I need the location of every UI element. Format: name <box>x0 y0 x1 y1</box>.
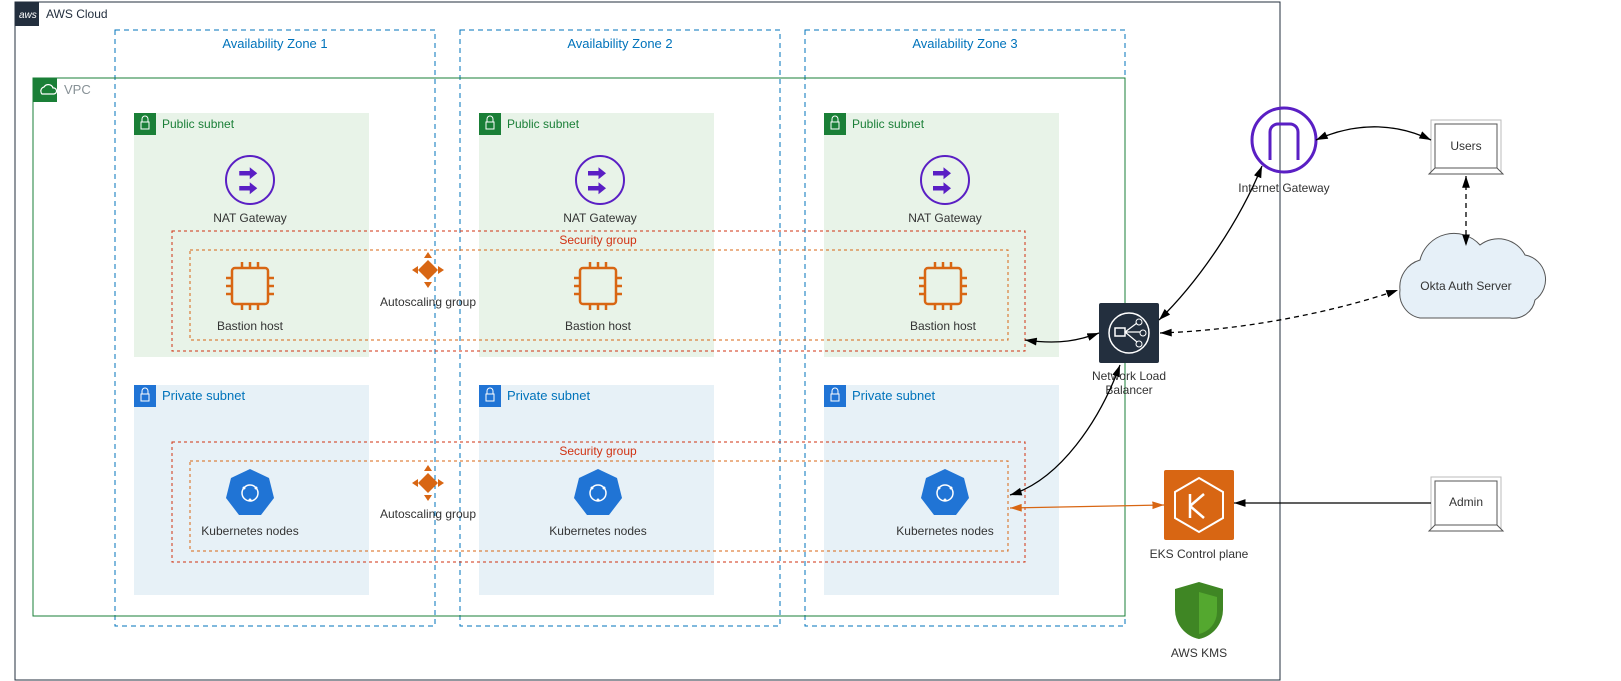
kubernetes-nodes-label: Kubernetes nodes <box>896 524 993 538</box>
security-group-label: Security group <box>559 233 637 247</box>
bastion-host-label: Bastion host <box>217 319 284 333</box>
vpc-badge <box>33 78 57 102</box>
kubernetes-nodes-label: Kubernetes nodes <box>201 524 298 538</box>
connector <box>1160 290 1398 333</box>
okta-label: Okta Auth Server <box>1420 279 1511 293</box>
private-subnet-label: Private subnet <box>162 388 245 403</box>
admin-label: Admin <box>1449 495 1483 509</box>
nat-gateway-label: NAT Gateway <box>563 211 637 225</box>
users-icon: Users <box>1429 120 1503 174</box>
okta-auth-server-icon: Okta Auth Server <box>1400 233 1546 318</box>
az-label: Availability Zone 1 <box>222 36 327 51</box>
network-load-balancer-icon: Network Load Balancer Network Load Balan… <box>1092 303 1166 397</box>
users-label: Users <box>1450 139 1481 153</box>
az-label: Availability Zone 3 <box>912 36 1017 51</box>
aws-logo-text: aws <box>19 10 37 21</box>
security-group-label: Security group <box>559 444 637 458</box>
autoscaling-label: Autoscaling group <box>380 507 476 521</box>
nat-gateway-label: NAT Gateway <box>213 211 287 225</box>
nat-gateway-label: NAT Gateway <box>908 211 982 225</box>
public-subnet-label: Public subnet <box>162 117 235 131</box>
aws-cloud-label: AWS Cloud <box>46 7 108 21</box>
aws-kms-icon: AWS KMS <box>1171 582 1227 660</box>
eks-control-plane-icon: EKS Control plane <box>1150 470 1249 561</box>
bastion-host-label: Bastion host <box>910 319 977 333</box>
autoscaling-icon: Autoscaling group <box>380 465 476 521</box>
kms-label: AWS KMS <box>1171 646 1227 660</box>
connector <box>1316 127 1431 140</box>
nlb-label-line1: Network Load <box>1092 369 1166 383</box>
public-subnet-label: Public subnet <box>507 117 580 131</box>
vpc-label: VPC <box>64 82 91 97</box>
az-label: Availability Zone 2 <box>567 36 672 51</box>
admin-icon: Admin <box>1429 477 1503 531</box>
public-subnet-label: Public subnet <box>852 117 925 131</box>
bastion-host-label: Bastion host <box>565 319 632 333</box>
autoscaling-icon: Autoscaling group <box>380 252 476 309</box>
autoscaling-label: Autoscaling group <box>380 295 476 309</box>
private-subnet-label: Private subnet <box>852 388 935 403</box>
private-subnet-label: Private subnet <box>507 388 590 403</box>
kubernetes-nodes-label: Kubernetes nodes <box>549 524 646 538</box>
eks-label: EKS Control plane <box>1150 547 1249 561</box>
internet-gateway-icon: Internet Gateway <box>1238 108 1329 195</box>
